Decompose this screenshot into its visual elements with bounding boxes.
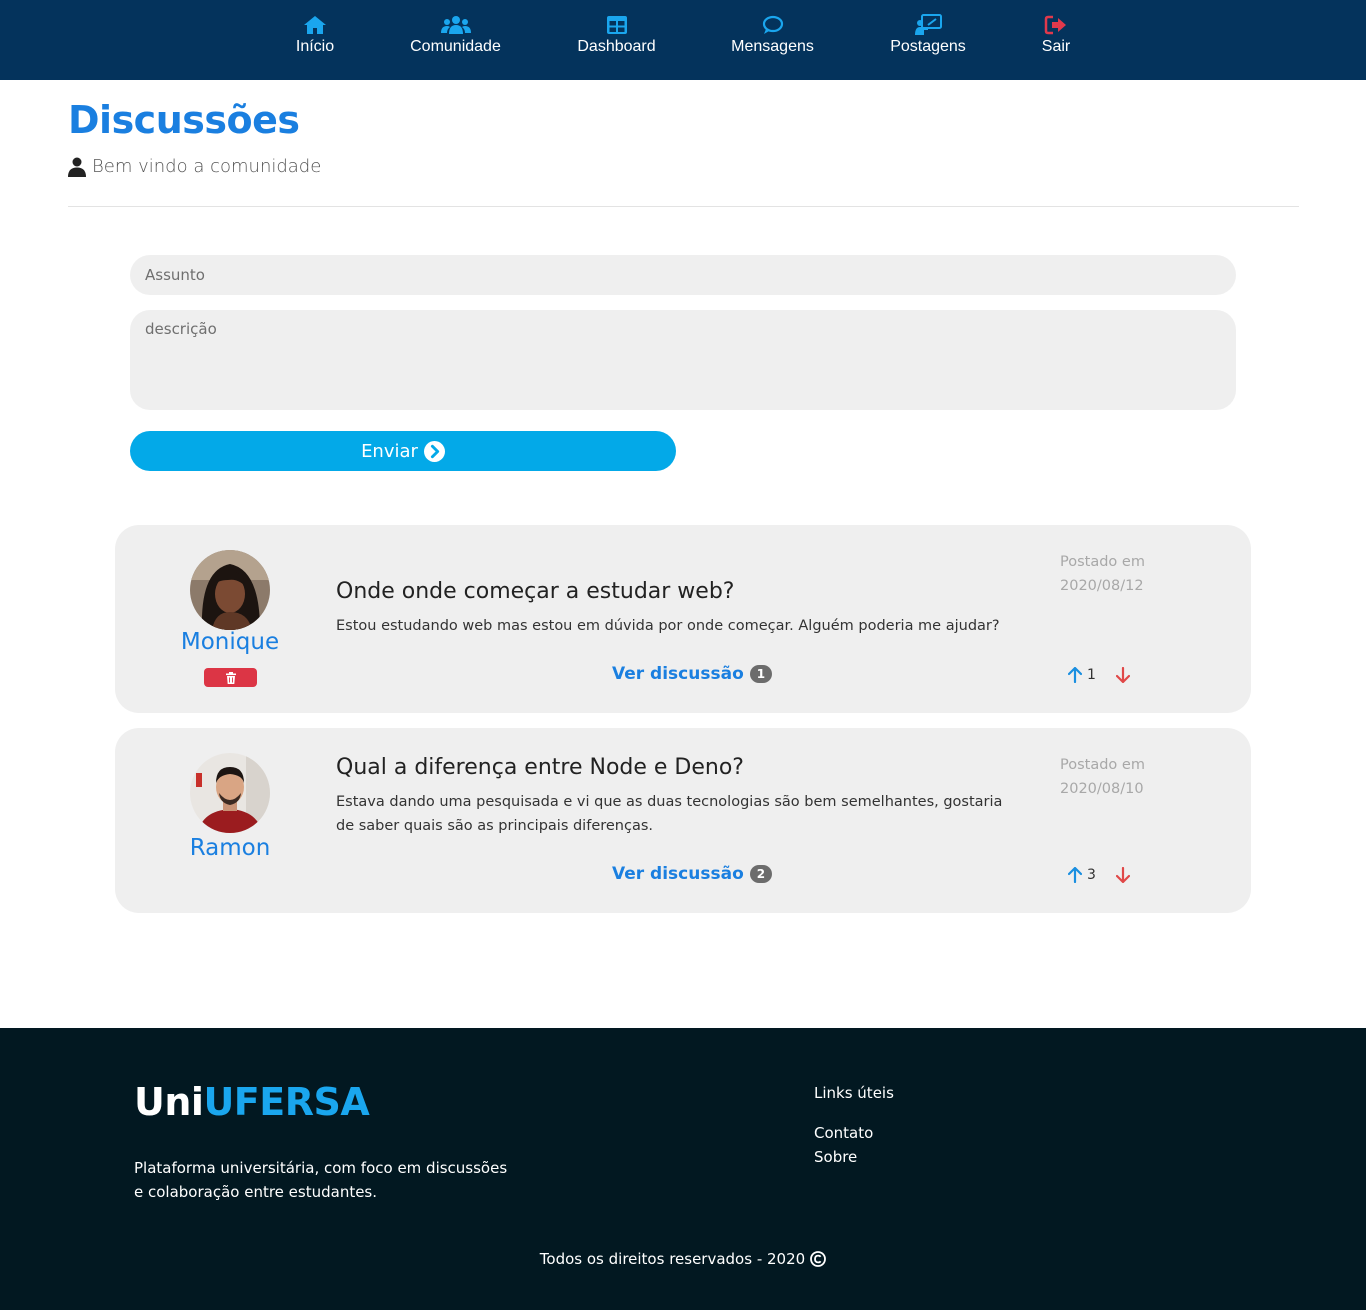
post-card: Ramon Qual a diferença entre Node e Deno… bbox=[115, 728, 1251, 913]
footer-link-sobre[interactable]: Sobre bbox=[814, 1148, 857, 1166]
view-discussion-link[interactable]: Ver discussão 1 bbox=[612, 664, 773, 684]
reply-count-badge: 1 bbox=[749, 665, 773, 683]
nav-label: Início bbox=[295, 38, 335, 55]
subtitle-text: Bem vindo a comunidade bbox=[92, 156, 322, 177]
avatar bbox=[190, 753, 270, 833]
send-button-label: Enviar bbox=[361, 440, 418, 462]
chat-icon bbox=[762, 15, 783, 34]
subject-input[interactable] bbox=[130, 255, 1236, 295]
trash-icon bbox=[225, 671, 236, 684]
post-title: Qual a diferença entre Node e Deno? bbox=[336, 755, 744, 780]
post-author[interactable]: Ramon bbox=[115, 835, 345, 861]
post-date-label: Postado em bbox=[1060, 757, 1145, 773]
user-icon bbox=[68, 157, 86, 177]
page-subtitle: Bem vindo a comunidade bbox=[68, 156, 321, 177]
arrow-up-icon[interactable] bbox=[1068, 667, 1082, 683]
view-discussion-label: Ver discussão bbox=[612, 864, 744, 884]
nav-item-postagens[interactable]: Postagens bbox=[890, 14, 966, 68]
page-title: Discussões bbox=[68, 98, 300, 142]
post-card: Monique Onde onde começar a estudar web?… bbox=[115, 525, 1251, 713]
logout-icon bbox=[1044, 15, 1066, 35]
post-date-value: 2020/08/12 bbox=[1060, 578, 1144, 594]
arrow-circle-right-icon bbox=[423, 440, 445, 462]
view-discussion-label: Ver discussão bbox=[612, 664, 744, 684]
post-body: Estou estudando web mas estou em dúvida … bbox=[336, 618, 1000, 634]
users-icon bbox=[440, 16, 471, 34]
delete-post-button[interactable] bbox=[204, 668, 257, 687]
copyright-icon bbox=[810, 1251, 827, 1267]
nav-label: Comunidade bbox=[410, 38, 501, 55]
post-body: Estava dando uma pesquisada e vi que as … bbox=[336, 794, 1003, 834]
nav-item-dashboard[interactable]: Dashboard bbox=[577, 14, 656, 68]
vote-controls: 1 bbox=[1068, 667, 1130, 683]
arrow-up-icon[interactable] bbox=[1068, 867, 1082, 883]
post-date: Postado em 2020/08/12 bbox=[1060, 550, 1180, 598]
post-date-value: 2020/08/10 bbox=[1060, 781, 1144, 797]
nav-item-comunidade[interactable]: Comunidade bbox=[410, 14, 501, 68]
vote-count: 1 bbox=[1087, 667, 1096, 683]
top-navbar: Início Comunidade Dashboard Mensagens Po… bbox=[0, 0, 1366, 80]
arrow-down-icon[interactable] bbox=[1115, 667, 1130, 683]
copyright: Todos os direitos reservados - 2020 bbox=[0, 1250, 1366, 1268]
nav-item-mensagens[interactable]: Mensagens bbox=[731, 14, 814, 68]
brand-first: Uni bbox=[134, 1080, 204, 1124]
send-button[interactable]: Enviar bbox=[130, 431, 676, 471]
post-author[interactable]: Monique bbox=[115, 629, 345, 655]
arrow-down-icon[interactable] bbox=[1115, 867, 1130, 883]
brand-second: UFERSA bbox=[203, 1080, 370, 1124]
view-discussion-link[interactable]: Ver discussão 2 bbox=[612, 864, 773, 884]
description-textarea[interactable] bbox=[130, 310, 1236, 410]
avatar bbox=[190, 550, 270, 630]
vote-controls: 3 bbox=[1068, 867, 1130, 883]
footer-description: Plataforma universitária, com foco em di… bbox=[134, 1159, 508, 1201]
vote-count: 3 bbox=[1087, 867, 1096, 883]
presentation-icon bbox=[915, 14, 942, 35]
header-divider bbox=[68, 206, 1299, 207]
footer-links-title: Links úteis bbox=[814, 1084, 894, 1102]
reply-count-badge: 2 bbox=[749, 865, 773, 883]
nav-label: Postagens bbox=[890, 38, 966, 55]
nav-label: Sair bbox=[1041, 38, 1071, 55]
table-icon bbox=[606, 16, 627, 34]
post-date: Postado em 2020/08/10 bbox=[1060, 753, 1180, 801]
post-title: Onde onde começar a estudar web? bbox=[336, 579, 735, 604]
post-date-label: Postado em bbox=[1060, 554, 1145, 570]
home-icon bbox=[304, 16, 326, 34]
footer-brand: UniUFERSA bbox=[134, 1080, 370, 1124]
nav-item-inicio[interactable]: Início bbox=[296, 14, 334, 68]
nav-label: Mensagens bbox=[731, 38, 814, 55]
copyright-text: Todos os direitos reservados - 2020 bbox=[539, 1250, 806, 1268]
nav-item-sair[interactable]: Sair bbox=[1042, 14, 1070, 68]
nav-label: Dashboard bbox=[577, 38, 656, 55]
footer: UniUFERSA Plataforma universitária, com … bbox=[0, 1028, 1366, 1310]
footer-link-contato[interactable]: Contato bbox=[814, 1124, 873, 1142]
